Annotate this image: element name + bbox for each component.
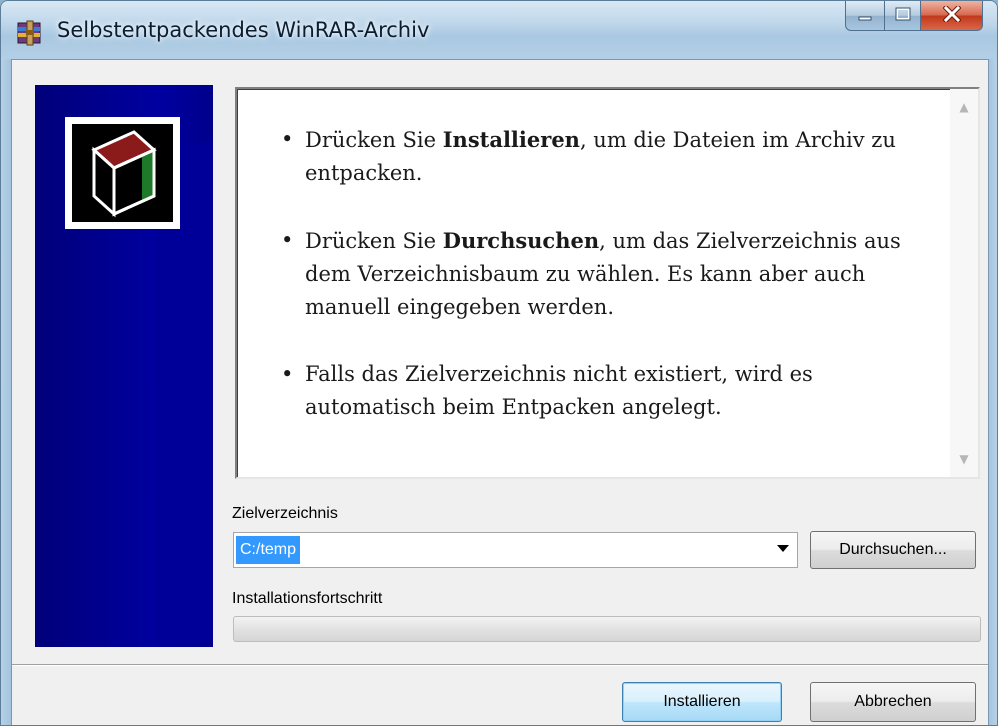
window-frame-right <box>988 59 997 725</box>
sfx-banner <box>35 85 213 647</box>
install-button[interactable]: Installieren <box>622 682 782 722</box>
winrar-archive-icon[interactable] <box>15 17 45 47</box>
instruction-keyword: Durchsuchen <box>442 228 600 253</box>
scroll-up-arrow-icon[interactable]: ▲ <box>950 93 978 121</box>
maximize-button[interactable] <box>885 1 921 31</box>
winrar-sfx-window: Selbstentpackendes WinRAR-Archiv • Drück… <box>0 0 998 726</box>
instruction-create-folder: • Falls das Zielverzeichnis nicht existi… <box>279 358 919 424</box>
destination-folder-combobox[interactable]: C:/temp <box>233 532 798 568</box>
scroll-down-arrow-icon[interactable]: ▼ <box>950 445 978 473</box>
winrar-box-icon <box>72 124 173 222</box>
browse-button[interactable]: Durchsuchen... <box>810 531 976 569</box>
instruction-text: Drücken Sie <box>305 128 443 152</box>
close-button[interactable] <box>921 1 983 31</box>
bullet-icon: • <box>281 228 294 252</box>
cancel-button[interactable]: Abbrechen <box>810 682 976 722</box>
minimize-icon <box>857 6 873 25</box>
instruction-install: • Drücken Sie Installieren, um die Datei… <box>279 123 919 190</box>
window-title: Selbstentpackendes WinRAR-Archiv <box>57 18 430 42</box>
destination-folder-label: Zielverzeichnis <box>232 505 338 522</box>
footer-separator <box>12 664 988 666</box>
instructions-panel[interactable]: • Drücken Sie Installieren, um die Datei… <box>235 87 980 479</box>
instructions-scrollbar[interactable]: ▲ ▼ <box>950 89 978 477</box>
instruction-keyword: Installieren <box>442 127 580 152</box>
instruction-browse: • Drücken Sie Durchsuchen, um das Zielve… <box>279 224 919 324</box>
maximize-icon <box>895 6 911 25</box>
window-frame-left <box>1 59 11 725</box>
caption-buttons <box>845 1 983 33</box>
bullet-icon: • <box>281 127 294 151</box>
close-icon <box>941 3 962 26</box>
title-bar[interactable]: Selbstentpackendes WinRAR-Archiv <box>1 1 997 59</box>
destination-folder-value[interactable]: C:/temp <box>236 536 301 564</box>
bullet-icon: • <box>281 362 294 386</box>
progress-label: Installationsfortschritt <box>232 590 383 607</box>
instructions-list: • Drücken Sie Installieren, um die Datei… <box>279 123 919 458</box>
banner-logo-frame <box>65 117 180 229</box>
installation-progress-bar <box>233 616 981 642</box>
instruction-text: Falls das Zielverzeichnis nicht existier… <box>305 362 813 419</box>
dialog-client-area: • Drücken Sie Installieren, um die Datei… <box>11 59 989 725</box>
dropdown-arrow-icon[interactable] <box>777 545 789 552</box>
minimize-button[interactable] <box>845 1 885 31</box>
instruction-text: Drücken Sie <box>305 229 443 253</box>
